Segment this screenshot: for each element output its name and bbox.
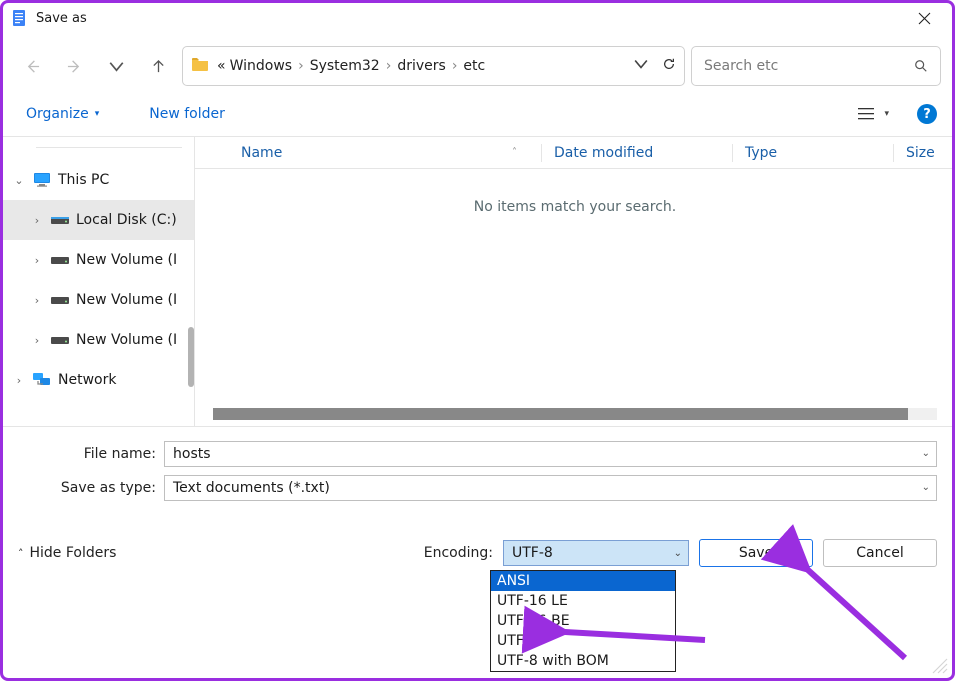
encoding-option-utf8[interactable]: UTF-8 xyxy=(491,631,675,651)
encoding-dropdown-list: ANSI UTF-16 LE UTF-16 BE UTF-8 UTF-8 wit… xyxy=(490,570,676,672)
arrow-up-icon xyxy=(151,59,166,74)
cancel-button[interactable]: Cancel xyxy=(823,539,937,567)
nav-recent[interactable] xyxy=(98,48,134,84)
column-type[interactable]: Type xyxy=(745,145,893,161)
app-icon xyxy=(10,9,28,27)
encoding-option-utf16le[interactable]: UTF-16 LE xyxy=(491,591,675,611)
chevron-right-icon: › xyxy=(450,58,460,74)
refresh-icon xyxy=(662,57,676,71)
drive-icon xyxy=(50,214,70,226)
caret-down-icon: ▾ xyxy=(884,109,889,119)
drive-icon xyxy=(50,294,70,306)
arrow-right-icon xyxy=(67,59,82,74)
breadcrumb-item[interactable]: Windows xyxy=(230,58,293,74)
chevron-down-icon[interactable]: ⌄ xyxy=(922,482,930,493)
refresh-button[interactable] xyxy=(662,57,676,75)
window-title: Save as xyxy=(36,11,87,26)
save-type-label: Save as type: xyxy=(18,480,164,496)
chevron-down-icon xyxy=(634,57,648,71)
column-size[interactable]: Size xyxy=(906,145,935,161)
file-list: Name ˄ Date modified Type Size No items … xyxy=(195,137,955,426)
view-options[interactable]: ▾ xyxy=(852,103,895,125)
file-name-input[interactable]: hosts ⌄ xyxy=(164,441,937,467)
organize-menu[interactable]: Organize ▾ xyxy=(20,102,105,126)
tree-item-network[interactable]: › Network xyxy=(0,360,194,400)
nav-row: « Windows › System32 › drivers › etc Sea… xyxy=(0,36,955,96)
command-bar: Organize ▾ New folder ▾ ? xyxy=(0,96,955,137)
chevron-down-icon xyxy=(109,59,124,74)
close-icon xyxy=(919,13,930,24)
search-input[interactable]: Search etc xyxy=(691,46,941,86)
drive-icon xyxy=(50,254,70,266)
sort-asc-icon: ˄ xyxy=(512,147,517,158)
tree-item-this-pc[interactable]: ⌄ This PC xyxy=(0,160,194,200)
caret-down-icon: ▾ xyxy=(95,109,100,119)
help-button[interactable]: ? xyxy=(917,104,937,124)
list-view-icon xyxy=(858,107,874,121)
chevron-right-icon: › xyxy=(296,58,306,74)
breadcrumb-item[interactable]: System32 xyxy=(310,58,380,74)
titlebar: Save as xyxy=(0,0,955,36)
tree-item-local-disk[interactable]: › Local Disk (C:) xyxy=(0,200,194,240)
chevron-down-icon[interactable]: ⌄ xyxy=(922,448,930,459)
tree-item-volume[interactable]: › New Volume (I xyxy=(0,280,194,320)
address-bar[interactable]: « Windows › System32 › drivers › etc xyxy=(182,46,685,86)
nav-back[interactable] xyxy=(14,48,50,84)
breadcrumb-prefix[interactable]: « xyxy=(217,58,226,74)
monitor-icon xyxy=(32,172,52,188)
encoding-label: Encoding: xyxy=(424,545,493,561)
breadcrumb-item[interactable]: etc xyxy=(463,58,485,74)
encoding-option-ansi[interactable]: ANSI xyxy=(491,571,675,591)
encoding-select[interactable]: UTF-8 ⌄ xyxy=(503,540,689,566)
save-form: File name: hosts ⌄ Save as type: Text do… xyxy=(0,427,955,501)
column-headers: Name ˄ Date modified Type Size xyxy=(195,137,955,169)
folder-icon xyxy=(191,55,209,77)
new-folder-button[interactable]: New folder xyxy=(143,102,231,126)
chevron-right-icon: › xyxy=(12,374,26,387)
tree-item-volume[interactable]: › New Volume (I xyxy=(0,320,194,360)
breadcrumb: « Windows › System32 › drivers › etc xyxy=(217,58,620,74)
close-button[interactable] xyxy=(901,2,947,34)
empty-list-message: No items match your search. xyxy=(195,169,955,408)
network-icon xyxy=(32,372,52,388)
search-icon xyxy=(914,59,928,73)
nav-up[interactable] xyxy=(140,48,176,84)
search-placeholder: Search etc xyxy=(704,58,914,74)
column-date[interactable]: Date modified xyxy=(554,145,732,161)
content-area: ⌄ This PC › Local Disk (C:) › New Volume… xyxy=(0,137,955,427)
hide-folders-toggle[interactable]: ˄ Hide Folders xyxy=(18,545,116,561)
tree-scrollbar[interactable] xyxy=(188,327,194,387)
drive-icon xyxy=(50,334,70,346)
save-button[interactable]: Save xyxy=(699,539,813,567)
help-icon: ? xyxy=(923,107,931,122)
nav-forward[interactable] xyxy=(56,48,92,84)
encoding-option-utf16be[interactable]: UTF-16 BE xyxy=(491,611,675,631)
dialog-footer: ˄ Hide Folders Encoding: UTF-8 ⌄ Save Ca… xyxy=(0,509,955,579)
resize-grip-icon[interactable] xyxy=(933,659,947,673)
address-dropdown[interactable] xyxy=(634,57,648,75)
tree-item-volume[interactable]: › New Volume (I xyxy=(0,240,194,280)
chevron-right-icon: › xyxy=(30,334,44,347)
chevron-right-icon: › xyxy=(30,214,44,227)
file-name-label: File name: xyxy=(18,446,164,462)
chevron-down-icon: ⌄ xyxy=(12,174,26,187)
chevron-down-icon[interactable]: ⌄ xyxy=(674,548,682,559)
column-name[interactable]: Name ˄ xyxy=(241,145,541,161)
encoding-option-utf8bom[interactable]: UTF-8 with BOM xyxy=(491,651,675,671)
chevron-right-icon: › xyxy=(384,58,394,74)
nav-tree: ⌄ This PC › Local Disk (C:) › New Volume… xyxy=(0,137,195,426)
chevron-up-icon: ˄ xyxy=(18,547,24,560)
breadcrumb-item[interactable]: drivers xyxy=(397,58,445,74)
chevron-right-icon: › xyxy=(30,294,44,307)
save-type-select[interactable]: Text documents (*.txt) ⌄ xyxy=(164,475,937,501)
arrow-left-icon xyxy=(25,59,40,74)
horizontal-scrollbar[interactable] xyxy=(213,408,937,420)
chevron-right-icon: › xyxy=(30,254,44,267)
